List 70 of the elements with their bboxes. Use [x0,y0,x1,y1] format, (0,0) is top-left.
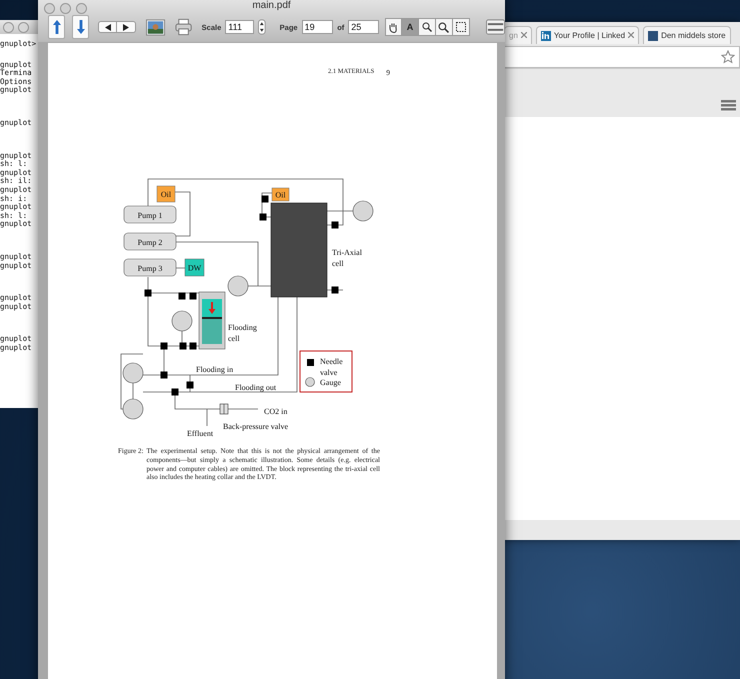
needle-valve-icon [172,388,178,396]
window-title: main.pdf [252,0,291,12]
needle-valve-icon [332,286,338,294]
flooding-cell-label: cell [228,334,240,343]
co2-in-label: CO2 in [264,407,288,416]
close-tab-icon[interactable] [520,31,527,40]
gauge-icon [172,310,192,332]
magnifier-icon [422,22,432,32]
flooding-cell-drawing [198,292,226,350]
page-down-button[interactable] [72,15,90,39]
legend-label: valve [320,368,338,377]
pump-box: Pump 3 [124,258,176,276]
up-arrow-icon [52,19,62,35]
needle-valve-icon [160,342,168,350]
oil-box: Oil [272,188,290,202]
scale-field[interactable]: 111 [225,20,254,34]
menu-icon[interactable] [721,99,736,111]
gauge-icon [352,200,374,222]
gauge-icon [305,377,315,387]
sidebar-icon[interactable] [486,19,505,35]
gauge-icon [228,276,248,296]
photo-icon[interactable] [146,18,166,36]
needle-valve-icon [332,222,338,228]
select-tool-button[interactable] [452,18,470,36]
profile-favicon-icon [540,30,551,40]
effluent-label: Effluent [187,429,214,438]
site-favicon-icon [648,30,658,40]
next-button[interactable] [117,21,136,33]
right-triangle-icon [123,24,130,30]
text-tool-button[interactable]: A [402,18,419,36]
oil-box: Oil [156,186,176,202]
zoom-tool-button[interactable] [418,18,436,36]
back-pressure-valve-label: Back-pressure valve [223,422,288,431]
left-triangle-icon [104,24,111,30]
flooding-in-label: Flooding in [196,365,234,374]
hand-tool-button[interactable] [384,18,402,36]
page-up-button[interactable] [48,15,66,39]
needle-valve-icon [144,290,152,296]
browser-tab[interactable]: Den middels store [643,26,731,44]
needle-valve-icon [186,382,194,388]
selection-icon [456,22,466,32]
stepper-icon[interactable] [258,19,266,35]
tri-axial-label: Tri-Axial [332,248,362,257]
needle-valve-icon [260,214,266,220]
pump-box: Pump 1 [124,206,176,224]
page-field[interactable]: 19 [302,20,334,34]
needle-valve-icon [307,359,314,366]
gauge-icon [122,362,144,384]
pump-box: Pump 2 [124,232,176,250]
legend-label: Needle [320,357,343,366]
flooding-out-label: Flooding out [235,383,276,392]
magnifier-icon [438,22,450,32]
close-tab-icon[interactable] [628,31,634,40]
printer-icon[interactable] [174,18,192,36]
legend-label: Gauge [320,378,341,387]
needle-valve-icon [262,196,268,202]
gauge-icon [122,398,144,420]
legend-frame [300,350,352,392]
browser-tab[interactable]: Your Profile | Linked [536,26,640,44]
water-box: DW [184,258,204,276]
back-pressure-valve-icon [220,404,228,414]
flooding-cell-label: Flooding [228,323,257,332]
down-arrow-icon [76,19,86,35]
page-count-field: 25 [348,20,379,34]
tri-axial-label: cell [332,259,344,268]
hand-icon [388,22,398,32]
bookmark-star-icon[interactable] [721,50,735,64]
previous-button[interactable] [98,21,118,33]
needle-valve-icon [160,372,168,378]
zoom-tool-button[interactable] [436,18,453,36]
